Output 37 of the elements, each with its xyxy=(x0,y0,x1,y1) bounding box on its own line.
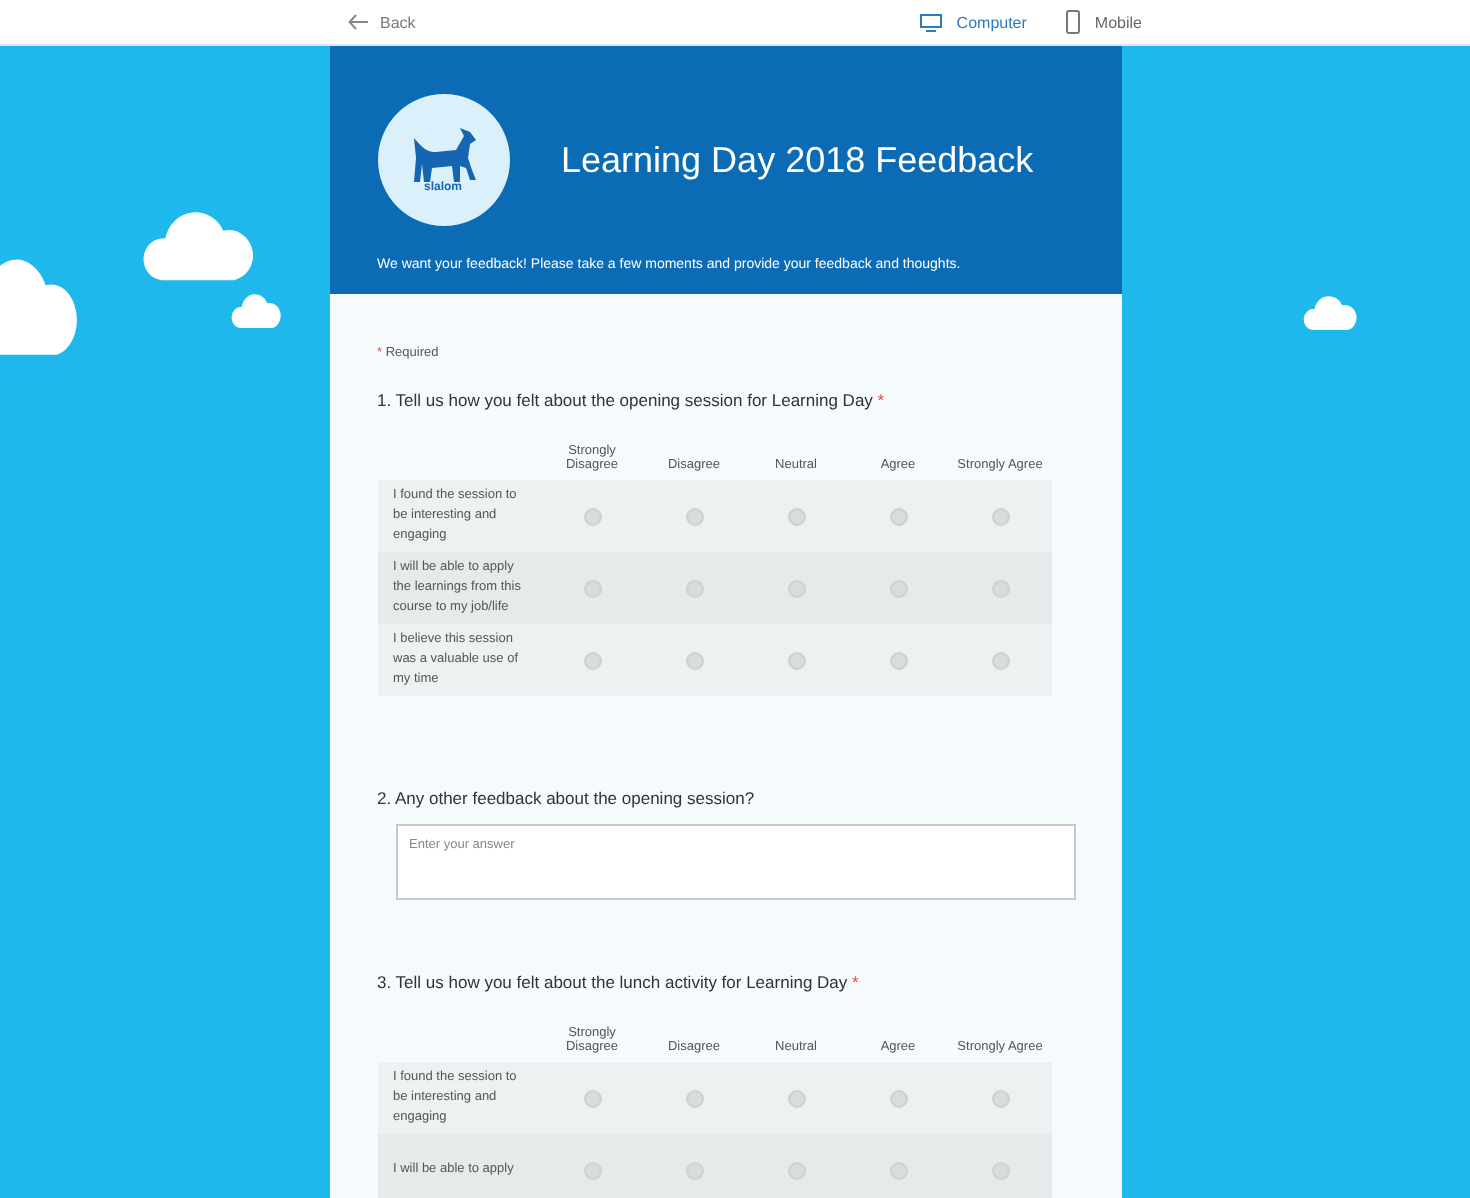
radio-button[interactable] xyxy=(583,507,601,525)
radio-button[interactable] xyxy=(991,579,1009,597)
radio-button[interactable] xyxy=(991,1161,1009,1179)
radio-button[interactable] xyxy=(787,1089,805,1107)
phone-icon xyxy=(1066,10,1081,34)
radio-button[interactable] xyxy=(685,507,703,525)
monitor-icon xyxy=(920,13,943,31)
cloud-drawing xyxy=(230,290,282,330)
form-title: Learning Day 2018 Feedback xyxy=(561,139,1034,181)
radio-button[interactable] xyxy=(787,1161,805,1179)
radio-button[interactable] xyxy=(685,579,703,597)
radio-button[interactable] xyxy=(889,651,907,669)
radio-button[interactable] xyxy=(583,651,601,669)
radio-button[interactable] xyxy=(685,651,703,669)
back-arrow-icon xyxy=(348,14,368,30)
radio-button[interactable] xyxy=(991,507,1009,525)
radio-button[interactable] xyxy=(889,1089,907,1107)
view-tab[interactable]: Computer xyxy=(920,10,1027,34)
radio-button[interactable] xyxy=(685,1089,703,1107)
radio-button[interactable] xyxy=(583,1161,601,1179)
radio-button[interactable] xyxy=(787,507,805,525)
cloud-drawing xyxy=(1302,292,1358,332)
back-button[interactable]: Back xyxy=(348,13,416,31)
radio-button[interactable] xyxy=(787,579,805,597)
radio-button[interactable] xyxy=(583,1089,601,1107)
radio-button[interactable] xyxy=(583,579,601,597)
question-title: 2. Any other feedback about the opening session? xyxy=(377,788,757,808)
radio-button[interactable] xyxy=(787,651,805,669)
radio-button[interactable] xyxy=(889,507,907,525)
radio-button[interactable] xyxy=(889,1161,907,1179)
radio-button[interactable] xyxy=(991,1089,1009,1107)
question-title: 1. Tell us how you felt about the opening session for Learning Day * xyxy=(377,390,887,410)
radio-button[interactable] xyxy=(889,579,907,597)
question-title: 3. Tell us how you felt about the lunch activity for Learning Day * xyxy=(377,972,861,992)
view-tab[interactable]: Mobile xyxy=(1066,10,1142,34)
radio-button[interactable] xyxy=(685,1161,703,1179)
radio-button[interactable] xyxy=(991,651,1009,669)
